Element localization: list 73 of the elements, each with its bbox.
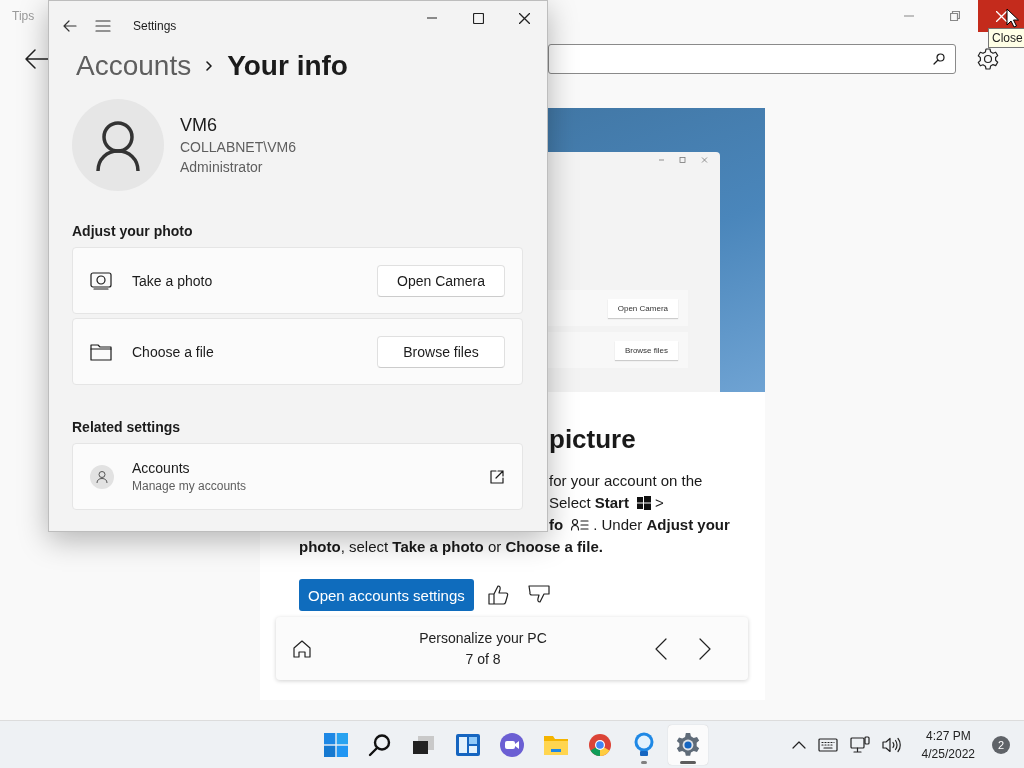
account-name: COLLABNET\VM6	[180, 138, 296, 157]
search-icon	[933, 53, 945, 65]
maximize-icon	[472, 12, 484, 24]
tip-position: 7 of 8	[465, 649, 501, 669]
taskbar-app-button[interactable]	[668, 724, 708, 765]
user-name: VM6	[180, 114, 218, 137]
external-link-icon	[490, 469, 504, 484]
gear-icon	[976, 47, 1000, 71]
back-arrow-icon	[63, 20, 77, 32]
windows-logo-icon	[636, 496, 651, 510]
notification-badge[interactable]: 2	[992, 735, 1010, 754]
gear-icon	[675, 731, 701, 758]
back-arrow-icon	[25, 49, 49, 69]
chevron-left-icon	[654, 637, 668, 660]
search-field[interactable]	[548, 44, 956, 74]
search-icon	[368, 732, 392, 757]
windows-logo-icon	[324, 732, 348, 757]
settings-row[interactable]: Choose a file Browse files	[72, 318, 523, 385]
tip-heading: picture	[549, 423, 637, 456]
body-text: for your account on the	[549, 471, 703, 491]
tooltip: Close	[988, 28, 1024, 48]
mouse-cursor-icon	[1006, 8, 1019, 28]
chevron-right-icon	[698, 637, 712, 660]
running-indicator	[680, 760, 696, 764]
network-icon	[849, 735, 870, 754]
folder-icon	[90, 342, 112, 361]
camera-icon	[90, 270, 112, 291]
row-label: Take a photo	[132, 271, 213, 290]
browser-icon	[588, 732, 612, 757]
chevron-up-icon	[791, 739, 806, 750]
collection-title: Personalize your PC	[419, 628, 547, 648]
row-label: Choose a file	[132, 342, 214, 361]
person-icon	[90, 464, 114, 489]
window-title: Settings	[133, 19, 177, 33]
thumbs-up-icon	[487, 584, 510, 606]
window-controls-icon	[658, 156, 710, 164]
avatar-icon	[72, 99, 164, 191]
keyboard-icon	[817, 737, 838, 752]
restore-icon	[950, 11, 960, 21]
home-icon	[292, 638, 312, 659]
body-text: fo . Under Adjust your	[549, 515, 730, 535]
window-title: Tips	[12, 9, 35, 23]
menu-icon	[95, 20, 111, 32]
row-button[interactable]: Open Camera	[377, 264, 505, 297]
running-indicator	[641, 760, 647, 764]
back-button[interactable]	[63, 20, 77, 32]
widgets-icon	[455, 732, 481, 757]
account-role: Administrator	[180, 158, 264, 177]
breadcrumb-item[interactable]: Accounts	[76, 50, 192, 82]
close-icon	[995, 10, 1007, 22]
menu-button[interactable]	[95, 20, 111, 32]
speaker-icon	[881, 736, 902, 753]
back-button[interactable]	[25, 49, 49, 69]
chevron-right-icon	[205, 60, 214, 72]
close-icon	[518, 12, 530, 24]
person-list-icon	[571, 518, 590, 532]
open-settings-button[interactable]: Open accounts settings	[299, 579, 474, 611]
thumbs-down-icon	[527, 584, 550, 606]
row-button[interactable]: Browse files	[377, 335, 505, 368]
folder-icon	[543, 733, 569, 756]
body-text: photo, select Take a photo or Choose a file.	[299, 537, 603, 557]
settings-row[interactable]: Accounts Manage my accounts	[72, 443, 523, 510]
settings-button[interactable]	[976, 47, 1000, 71]
row-label: Accounts	[132, 458, 191, 477]
body-text: Select Start >	[549, 493, 664, 513]
section-heading: Adjust your photo	[72, 223, 194, 239]
clock[interactable]: 4:27 PM 4/25/2022	[918, 723, 978, 766]
chat-icon	[499, 731, 525, 758]
breadcrumb-item: Your info	[227, 50, 348, 82]
settings-row[interactable]: Take a photo Open Camera	[72, 247, 523, 314]
row-description: Manage my accounts	[132, 477, 247, 495]
light-bulb-icon	[633, 731, 655, 758]
section-heading: Related settings	[72, 419, 182, 435]
